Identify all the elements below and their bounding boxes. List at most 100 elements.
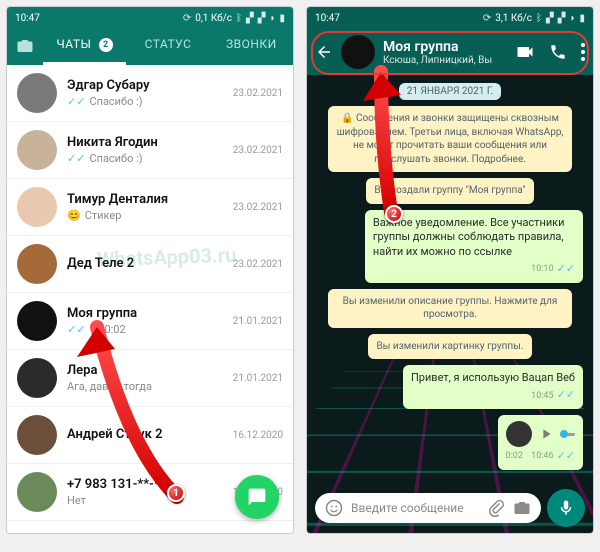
message-icon bbox=[247, 487, 267, 507]
system-message-description[interactable]: Вы изменили описание группы. Нажмите для… bbox=[328, 289, 573, 328]
chat-body[interactable]: 21 ЯНВАРЯ 2021 Г. 🔒 Сообщения и звонки з… bbox=[307, 75, 593, 533]
chat-name: Андрей Струк 2 bbox=[67, 427, 223, 442]
message-out[interactable]: Привет, я использую Вацап Веб 10:45 ✓✓ bbox=[403, 365, 583, 409]
play-icon[interactable] bbox=[538, 426, 554, 442]
wifi-icon: ◗ bbox=[569, 13, 575, 24]
voice-duration: 0:02 bbox=[506, 450, 523, 462]
sync-icon: ⟳ bbox=[183, 13, 191, 24]
chat-preview: Ага, давай тогда bbox=[67, 380, 223, 393]
status-time: 10:47 bbox=[315, 13, 340, 24]
system-message-picture: Вы изменили картинку группы. bbox=[368, 334, 531, 360]
chat-preview: ✓✓Спасибо :) bbox=[67, 95, 223, 108]
chat-title: Моя группа bbox=[383, 39, 507, 55]
annotation-marker-1: 1 bbox=[167, 484, 185, 502]
tab-status[interactable]: СТАТУС bbox=[126, 29, 209, 65]
voice-avatar bbox=[506, 421, 532, 447]
mic-icon bbox=[89, 324, 100, 335]
mic-icon bbox=[557, 499, 575, 517]
sticker-icon: 😊 bbox=[67, 209, 81, 222]
message-text: Привет, я использую Вацап Веб bbox=[411, 371, 575, 386]
chat-date: 23.02.2021 bbox=[233, 145, 283, 156]
camera-icon bbox=[16, 37, 34, 55]
chat-row[interactable]: Дед Теле 2 23.02.2021 bbox=[7, 236, 293, 293]
chat-header-titles[interactable]: Моя группа Ксюша, Липницкий, Вы bbox=[383, 39, 507, 66]
chat-row[interactable]: Моя группа✓✓0:0221.01.2021 bbox=[7, 293, 293, 350]
chat-preview: ✓✓0:02 bbox=[67, 323, 223, 336]
chat-date: 23.02.2021 bbox=[233, 259, 283, 270]
message-text: Важное уведомление. Все участники группы… bbox=[373, 216, 575, 261]
new-chat-fab[interactable] bbox=[235, 475, 279, 519]
voice-record-button[interactable] bbox=[547, 489, 585, 527]
message-input[interactable]: Введите сообщение bbox=[315, 493, 541, 523]
read-ticks-icon: ✓✓ bbox=[67, 323, 85, 336]
read-ticks-icon: ✓✓ bbox=[557, 262, 575, 277]
attach-icon[interactable] bbox=[487, 499, 505, 517]
chat-avatar[interactable] bbox=[17, 244, 57, 284]
chat-name: Дед Теле 2 bbox=[67, 256, 223, 271]
chat-row[interactable]: Лера Ага, давай тогда 21.01.2021 bbox=[7, 350, 293, 407]
chat-row[interactable]: Эдгар Субару✓✓Спасибо :)23.02.2021 bbox=[7, 65, 293, 122]
tab-chats[interactable]: ЧАТЫ 2 bbox=[43, 29, 126, 65]
chat-avatar[interactable] bbox=[17, 415, 57, 455]
camera-icon[interactable] bbox=[513, 499, 531, 517]
status-net: 3,1 Кб/с bbox=[495, 13, 532, 24]
wifi-icon: ◗ bbox=[269, 13, 275, 24]
read-ticks-icon: ✓✓ bbox=[557, 388, 575, 403]
voice-call-icon[interactable] bbox=[549, 43, 567, 61]
status-bar: 10:47 ⟳ 0,1 Кб/с ᛒ ▞ ▞ ◗ ▮ bbox=[7, 7, 293, 29]
chat-date: 16.12.2020 bbox=[233, 430, 283, 441]
emoji-icon[interactable] bbox=[325, 499, 343, 517]
signal-icon: ▞ bbox=[246, 13, 254, 24]
message-time: 10:46 bbox=[531, 450, 553, 462]
tab-chats-label: ЧАТЫ bbox=[56, 37, 91, 51]
more-icon[interactable] bbox=[581, 43, 585, 61]
group-avatar[interactable] bbox=[341, 35, 375, 69]
read-ticks-icon: ✓✓ bbox=[557, 449, 575, 464]
status-time: 10:47 bbox=[15, 13, 40, 24]
chat-preview: ✓✓Спасибо :) bbox=[67, 152, 223, 165]
tab-bar: ЧАТЫ 2 СТАТУС ЗВОНКИ bbox=[7, 29, 293, 65]
signal-icon: ▞ bbox=[546, 13, 554, 24]
tab-camera[interactable] bbox=[7, 29, 43, 65]
chat-row[interactable]: Тимур Денталия😊Стикер23.02.2021 bbox=[7, 179, 293, 236]
chat-preview: 😊Стикер bbox=[67, 209, 223, 222]
read-ticks-icon: ✓✓ bbox=[67, 152, 85, 165]
chat-date: 23.02.2021 bbox=[233, 202, 283, 213]
lock-icon: 🔒 bbox=[341, 113, 353, 124]
chat-avatar[interactable] bbox=[17, 301, 57, 341]
chat-avatar[interactable] bbox=[17, 73, 57, 113]
chat-name: Лера bbox=[67, 363, 223, 378]
chats-unread-badge: 2 bbox=[99, 38, 113, 52]
chat-date: 21.01.2021 bbox=[233, 373, 283, 384]
battery-icon: ▮ bbox=[579, 13, 585, 24]
encryption-notice[interactable]: 🔒 Сообщения и звонки защищены сквозным ш… bbox=[328, 106, 573, 172]
voice-track[interactable] bbox=[560, 433, 575, 436]
read-ticks-icon: ✓✓ bbox=[67, 95, 85, 108]
signal-icon: ▞ bbox=[258, 13, 266, 24]
chat-header[interactable]: Моя группа Ксюша, Липницкий, Вы bbox=[307, 29, 593, 75]
tab-calls[interactable]: ЗВОНКИ bbox=[210, 29, 293, 65]
chat-date: 21.01.2021 bbox=[233, 316, 283, 327]
bluetooth-icon: ᛒ bbox=[536, 13, 542, 24]
chat-name: Никита Ягодин bbox=[67, 135, 223, 150]
chat-list[interactable]: Эдгар Субару✓✓Спасибо :)23.02.2021Никита… bbox=[7, 65, 293, 533]
chat-row[interactable]: Андрей Струк 2 16.12.2020 bbox=[7, 407, 293, 464]
annotation-marker-2: 2 bbox=[385, 205, 403, 223]
message-time: 10:45 bbox=[531, 390, 553, 402]
chat-avatar[interactable] bbox=[17, 358, 57, 398]
status-bar: 10:47 ⟳ 3,1 Кб/с ᛒ ▞ ▞ ◗ ▮ bbox=[307, 7, 593, 29]
back-icon[interactable] bbox=[315, 43, 333, 61]
chat-avatar[interactable] bbox=[17, 187, 57, 227]
chat-row[interactable]: Никита Ягодин ✓✓Спасибо :) 23.02.2021 bbox=[7, 122, 293, 179]
chat-preview: Нет bbox=[67, 494, 223, 507]
chat-date: 23.02.2021 bbox=[233, 88, 283, 99]
chat-avatar[interactable] bbox=[17, 130, 57, 170]
voice-message-out[interactable]: 0:02 10:46 ✓✓ bbox=[498, 415, 583, 470]
system-message-created: Вы создали группу "Моя группа" bbox=[366, 178, 533, 204]
chat-subtitle: Ксюша, Липницкий, Вы bbox=[383, 55, 507, 66]
bluetooth-icon: ᛒ bbox=[236, 13, 242, 24]
date-separator: 21 ЯНВАРЯ 2021 Г. bbox=[399, 83, 501, 100]
video-call-icon[interactable] bbox=[515, 42, 535, 62]
chat-name: +7 983 131-**-** bbox=[67, 477, 223, 492]
chat-avatar[interactable] bbox=[17, 472, 57, 512]
